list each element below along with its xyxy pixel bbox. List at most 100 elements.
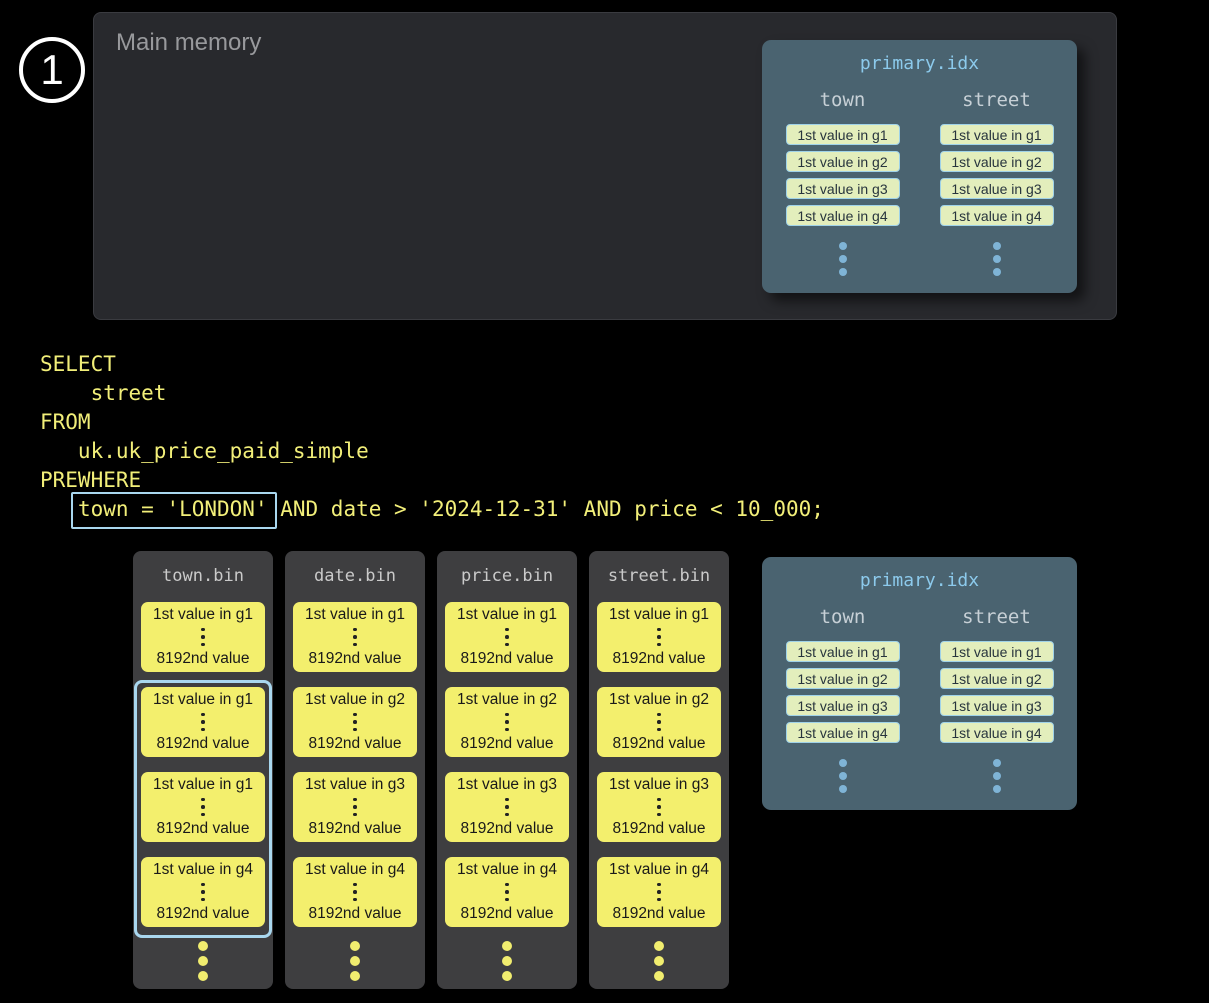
bin-panel-price: price.bin 1st value in g1 8192nd value 1… xyxy=(437,551,577,989)
sql-line-prewhere: PREWHERE xyxy=(40,468,141,492)
sql-line-from: FROM xyxy=(40,410,91,434)
granule-last-value: 8192nd value xyxy=(460,820,553,838)
granule-blocks: 1st value in g1 8192nd value 1st value i… xyxy=(141,602,265,927)
granule-block: 1st value in g1 8192nd value xyxy=(141,687,265,757)
granule-first-value: 1st value in g4 xyxy=(609,861,709,879)
idx-entry-chip: 1st value in g2 xyxy=(940,668,1054,689)
granule-first-value: 1st value in g2 xyxy=(457,691,557,709)
granule-first-value: 1st value in g4 xyxy=(305,861,405,879)
granule-first-value: 1st value in g1 xyxy=(609,606,709,624)
main-memory-box: Main memory primary.idx town 1st value i… xyxy=(93,12,1117,320)
sql-line-table: uk.uk_price_paid_simple xyxy=(40,439,369,463)
diagram-canvas: 1 Main memory primary.idx town 1st value… xyxy=(0,0,1209,1003)
granule-last-value: 8192nd value xyxy=(460,905,553,923)
granule-block: 1st value in g1 8192nd value xyxy=(445,602,569,672)
granule-block: 1st value in g1 8192nd value xyxy=(141,602,265,672)
bin-panel-title: town.bin xyxy=(133,566,273,586)
bin-panel-street: street.bin 1st value in g1 8192nd value … xyxy=(589,551,729,989)
idx-entry-chip: 1st value in g4 xyxy=(786,205,900,226)
granule-last-value: 8192nd value xyxy=(612,735,705,753)
granule-last-value: 8192nd value xyxy=(308,820,401,838)
granule-ellipsis-icon xyxy=(505,796,509,819)
bin-panel-title: street.bin xyxy=(589,566,729,586)
idx-column-header: town xyxy=(820,606,866,628)
idx-entry-chip: 1st value in g1 xyxy=(940,641,1054,662)
sql-query: SELECT street FROM uk.uk_price_paid_simp… xyxy=(40,350,824,524)
idx-entry-chip: 1st value in g3 xyxy=(786,695,900,716)
idx-entry-chip: 1st value in g2 xyxy=(786,668,900,689)
idx-entry-chip: 1st value in g3 xyxy=(786,178,900,199)
ellipsis-icon xyxy=(589,941,729,981)
granule-block: 1st value in g1 8192nd value xyxy=(293,602,417,672)
bin-panel-title: date.bin xyxy=(285,566,425,586)
idx-entry-chip: 1st value in g3 xyxy=(940,178,1054,199)
granule-last-value: 8192nd value xyxy=(308,735,401,753)
granule-block: 1st value in g4 8192nd value xyxy=(293,857,417,927)
primary-idx-columns: town 1st value in g1 1st value in g2 1st… xyxy=(762,89,1077,276)
granule-block: 1st value in g4 8192nd value xyxy=(141,857,265,927)
idx-entry-chip: 1st value in g1 xyxy=(940,124,1054,145)
granule-ellipsis-icon xyxy=(657,881,661,904)
granule-first-value: 1st value in g2 xyxy=(305,691,405,709)
idx-column-street: street 1st value in g1 1st value in g2 1… xyxy=(940,606,1054,793)
bin-panel-title: price.bin xyxy=(437,566,577,586)
granule-ellipsis-icon xyxy=(201,711,205,734)
granule-ellipsis-icon xyxy=(201,626,205,649)
granule-blocks: 1st value in g1 8192nd value 1st value i… xyxy=(597,602,721,927)
granule-last-value: 8192nd value xyxy=(308,905,401,923)
granule-last-value: 8192nd value xyxy=(156,650,249,668)
idx-entry-chip: 1st value in g2 xyxy=(940,151,1054,172)
primary-idx-title: primary.idx xyxy=(762,570,1077,591)
ellipsis-icon xyxy=(133,941,273,981)
primary-idx-panel-top: primary.idx town 1st value in g1 1st val… xyxy=(762,40,1077,293)
granule-ellipsis-icon xyxy=(353,881,357,904)
granule-ellipsis-icon xyxy=(657,711,661,734)
idx-entry-chip: 1st value in g1 xyxy=(786,641,900,662)
idx-column-header: town xyxy=(820,89,866,111)
granule-ellipsis-icon xyxy=(657,796,661,819)
ellipsis-icon xyxy=(285,941,425,981)
granule-block: 1st value in g3 8192nd value xyxy=(445,772,569,842)
granule-block: 1st value in g1 8192nd value xyxy=(141,772,265,842)
granule-last-value: 8192nd value xyxy=(612,820,705,838)
granule-first-value: 1st value in g1 xyxy=(153,691,253,709)
idx-column-town: town 1st value in g1 1st value in g2 1st… xyxy=(786,606,900,793)
granule-first-value: 1st value in g3 xyxy=(457,776,557,794)
granule-blocks: 1st value in g1 8192nd value 1st value i… xyxy=(445,602,569,927)
idx-entry-chip: 1st value in g4 xyxy=(940,722,1054,743)
granule-block: 1st value in g2 8192nd value xyxy=(445,687,569,757)
granule-block: 1st value in g1 8192nd value xyxy=(597,602,721,672)
granule-block: 1st value in g2 8192nd value xyxy=(293,687,417,757)
granule-ellipsis-icon xyxy=(505,881,509,904)
granule-first-value: 1st value in g1 xyxy=(153,776,253,794)
granule-first-value: 1st value in g1 xyxy=(457,606,557,624)
granule-block: 1st value in g3 8192nd value xyxy=(597,772,721,842)
granule-last-value: 8192nd value xyxy=(460,650,553,668)
bin-files-row: town.bin 1st value in g1 8192nd value 1s… xyxy=(133,551,729,989)
granule-last-value: 8192nd value xyxy=(156,735,249,753)
granule-ellipsis-icon xyxy=(657,626,661,649)
granule-ellipsis-icon xyxy=(353,711,357,734)
idx-entry-chip: 1st value in g4 xyxy=(940,205,1054,226)
ellipsis-icon xyxy=(839,242,847,276)
granule-first-value: 1st value in g3 xyxy=(609,776,709,794)
granule-first-value: 1st value in g1 xyxy=(153,606,253,624)
primary-idx-panel-bottom: primary.idx town 1st value in g1 1st val… xyxy=(762,557,1077,810)
granule-ellipsis-icon xyxy=(505,711,509,734)
granule-first-value: 1st value in g4 xyxy=(153,861,253,879)
ellipsis-icon xyxy=(993,242,1001,276)
idx-entry-chip: 1st value in g1 xyxy=(786,124,900,145)
sql-line-select: SELECT xyxy=(40,352,116,376)
bin-panel-town: town.bin 1st value in g1 8192nd value 1s… xyxy=(133,551,273,989)
granule-first-value: 1st value in g2 xyxy=(609,691,709,709)
granule-blocks: 1st value in g1 8192nd value 1st value i… xyxy=(293,602,417,927)
ellipsis-icon xyxy=(437,941,577,981)
granule-block: 1st value in g4 8192nd value xyxy=(445,857,569,927)
sql-condition-highlighted: town = 'LONDON' xyxy=(78,497,268,521)
idx-column-town: town 1st value in g1 1st value in g2 1st… xyxy=(786,89,900,276)
idx-column-header: street xyxy=(962,606,1031,628)
granule-last-value: 8192nd value xyxy=(156,905,249,923)
granule-block: 1st value in g4 8192nd value xyxy=(597,857,721,927)
granule-block: 1st value in g3 8192nd value xyxy=(293,772,417,842)
granule-last-value: 8192nd value xyxy=(612,905,705,923)
